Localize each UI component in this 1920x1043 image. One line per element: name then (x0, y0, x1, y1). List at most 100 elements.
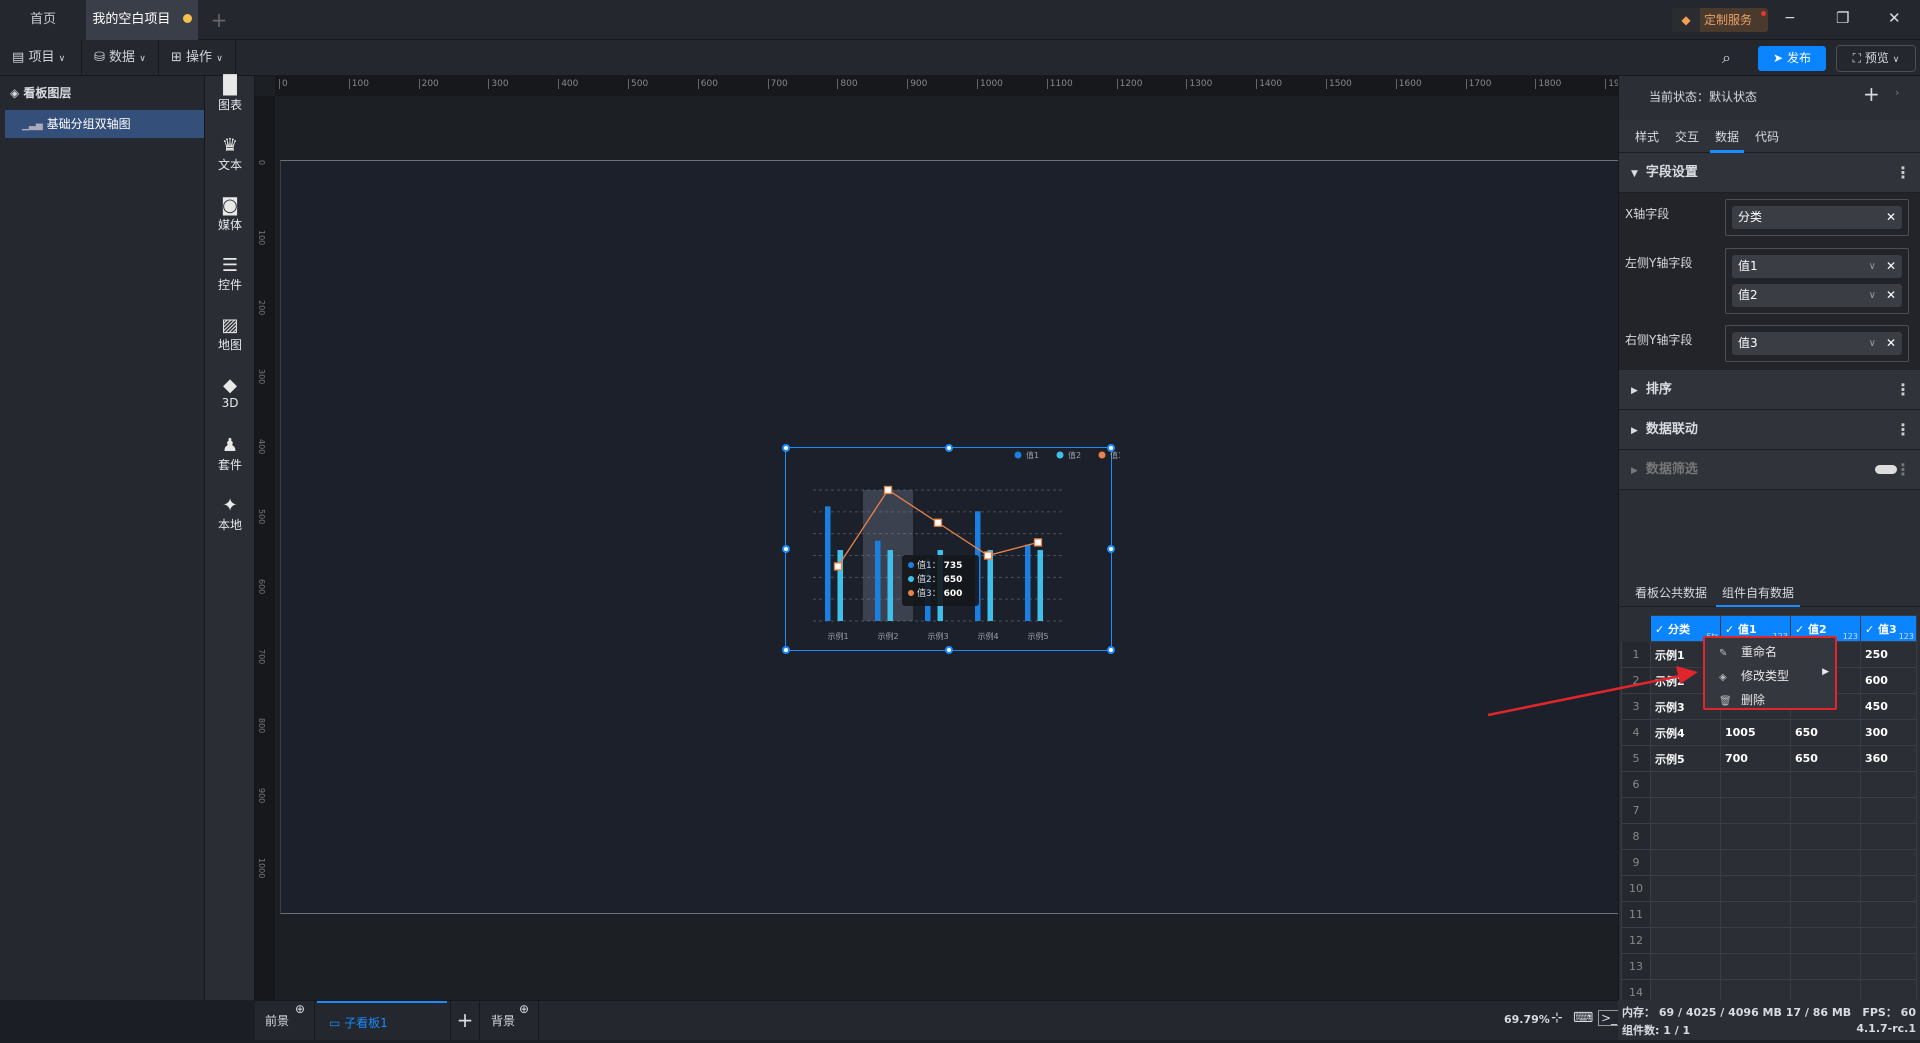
table-cell[interactable]: 650 (1790, 745, 1861, 772)
table-cell[interactable] (1860, 849, 1917, 876)
more-icon[interactable]: ⋮ (1895, 370, 1911, 410)
check-icon[interactable]: ✓ (1655, 623, 1668, 636)
table-cell[interactable] (1650, 797, 1721, 824)
menu-project[interactable]: ▤ 项目 ∨ (0, 40, 82, 76)
more-icon[interactable]: ⋮ (1895, 450, 1911, 490)
table-cell[interactable] (1720, 953, 1791, 980)
add-state-button[interactable]: + (1863, 82, 1880, 106)
table-cell[interactable] (1650, 823, 1721, 850)
tab-public-data[interactable]: 看板公共数据 (1635, 584, 1707, 601)
field-tag[interactable]: 分类 ✕ (1732, 206, 1902, 229)
table-cell[interactable] (1650, 901, 1721, 928)
tab-home[interactable]: 首页 (0, 0, 86, 40)
foreground-tab[interactable]: 前景 ⊕ (255, 1001, 315, 1041)
custom-service-button[interactable]: ◆ 定制服务 (1672, 8, 1768, 32)
table-cell[interactable]: 450 (1860, 693, 1917, 720)
table-cell[interactable] (1720, 901, 1791, 928)
menu-item-1[interactable]: ◈ 修改类型 ▶ (1719, 667, 1829, 684)
menu-item-0[interactable]: ✎ 重命名 (1719, 643, 1829, 660)
field-tag[interactable]: 值1 ∨ ✕ (1732, 255, 1902, 278)
component-shirt[interactable]: ♟ 套件 (205, 436, 255, 473)
add-circle-icon[interactable]: ⊕ (519, 989, 529, 1029)
table-cell[interactable] (1720, 797, 1791, 824)
menu-item-2[interactable]: 🗑 删除 (1719, 691, 1829, 708)
table-cell[interactable]: 1005 (1720, 719, 1791, 746)
x-field-box[interactable]: 分类 ✕ (1725, 199, 1909, 236)
tab-own-data[interactable]: 组件自有数据 (1716, 584, 1801, 607)
table-cell[interactable] (1860, 823, 1917, 850)
horizontal-ruler[interactable]: 0 100 200 300 400 500 600 700 800 900 1000 1100 1200… (275, 76, 1631, 96)
keyboard-icon[interactable]: ⌨ (1573, 1010, 1593, 1026)
restore-button[interactable]: ❐ (1836, 9, 1849, 27)
component-camera[interactable]: ◙ 媒体 (205, 196, 255, 233)
table-cell[interactable]: 360 (1860, 745, 1917, 772)
table-cell[interactable]: 600 (1860, 667, 1917, 694)
search-icon[interactable]: ⌕ (1722, 48, 1731, 68)
table-cell[interactable] (1790, 953, 1861, 980)
table-cell[interactable]: 650 (1790, 719, 1861, 746)
linkage-section[interactable]: ▶ 数据联动 ⋮ (1619, 410, 1920, 450)
right-y-box[interactable]: 值3 ∨ ✕ (1725, 325, 1909, 362)
remove-icon[interactable]: ✕ (1886, 206, 1896, 229)
table-cell[interactable] (1790, 875, 1861, 902)
table-cell[interactable] (1790, 797, 1861, 824)
sort-section[interactable]: ▶ 排序 ⋮ (1619, 370, 1920, 410)
table-cell[interactable] (1860, 797, 1917, 824)
component-crown[interactable]: ♛ 文本 (205, 136, 255, 173)
terminal-icon[interactable]: >_ (1598, 1010, 1621, 1026)
table-cell[interactable] (1790, 901, 1861, 928)
minimize-button[interactable]: − (1784, 10, 1796, 26)
component-puzzle[interactable]: ✦ 本地 (205, 496, 255, 533)
table-cell[interactable] (1860, 901, 1917, 928)
table-cell[interactable]: 700 (1720, 745, 1791, 772)
component-cube[interactable]: ◆ 3D (205, 376, 255, 411)
add-circle-icon[interactable]: ⊕ (295, 989, 305, 1029)
chevron-right-icon[interactable]: › (1895, 86, 1899, 99)
check-icon[interactable]: ✓ (1865, 623, 1878, 636)
subboard-tab[interactable]: ▭ 子看板1 (317, 1001, 447, 1041)
close-button[interactable]: ✕ (1888, 9, 1901, 27)
field-tag[interactable]: 值3 ∨ ✕ (1732, 332, 1902, 355)
table-cell[interactable] (1860, 953, 1917, 980)
add-tab-button[interactable]: + (204, 0, 234, 40)
table-cell[interactable] (1720, 849, 1791, 876)
menu-operate[interactable]: ⊞ 操作 ∨ (159, 40, 236, 76)
column-header[interactable]: ✓ 值3 123 (1860, 615, 1917, 642)
left-y-box[interactable]: 值1 ∨ ✕ 值2 ∨ ✕ (1725, 248, 1909, 314)
table-cell[interactable] (1790, 771, 1861, 798)
tab-1[interactable]: 交互 (1675, 128, 1699, 153)
chevron-down-icon[interactable]: ∨ (1869, 255, 1876, 278)
publish-button[interactable]: ➤ 发布 (1758, 46, 1826, 71)
table-cell[interactable] (1790, 849, 1861, 876)
table-cell[interactable]: 250 (1860, 641, 1917, 668)
field-tag[interactable]: 值2 ∨ ✕ (1732, 284, 1902, 307)
table-cell[interactable] (1720, 823, 1791, 850)
check-icon[interactable]: ✓ (1725, 623, 1738, 636)
more-icon[interactable]: ⋮ (1895, 153, 1911, 193)
filter-toggle[interactable] (1875, 465, 1897, 474)
table-cell[interactable] (1720, 927, 1791, 954)
layer-item[interactable]: ▁▃▅ 基础分组双轴图 (5, 110, 204, 138)
component-bar-chart[interactable]: ▐▌ 图表 (205, 76, 255, 113)
table-cell[interactable] (1650, 771, 1721, 798)
table-cell[interactable] (1860, 771, 1917, 798)
component-list[interactable]: ☰ 控件 (205, 256, 255, 293)
remove-icon[interactable]: ✕ (1886, 284, 1896, 307)
table-cell[interactable] (1650, 875, 1721, 902)
tab-project[interactable]: 我的空白项目 (86, 0, 198, 40)
preview-button[interactable]: ⛶ 预览 ∨ (1836, 45, 1916, 72)
check-icon[interactable]: ✓ (1795, 623, 1808, 636)
remove-icon[interactable]: ✕ (1886, 255, 1896, 278)
table-cell[interactable] (1650, 953, 1721, 980)
table-cell[interactable] (1790, 823, 1861, 850)
chevron-down-icon[interactable]: ∨ (1869, 284, 1876, 307)
field-settings-header[interactable]: ▼ 字段设置 ⋮ (1619, 153, 1920, 193)
fit-screen-icon[interactable]: ⊹ (1551, 1010, 1563, 1026)
table-cell[interactable] (1720, 771, 1791, 798)
add-subboard-button[interactable]: + (450, 1001, 480, 1041)
table-cell[interactable] (1650, 849, 1721, 876)
table-cell[interactable] (1790, 927, 1861, 954)
more-icon[interactable]: ⋮ (1895, 410, 1911, 450)
background-tab[interactable]: 背景 ⊕ (481, 1001, 539, 1041)
table-cell[interactable] (1860, 875, 1917, 902)
